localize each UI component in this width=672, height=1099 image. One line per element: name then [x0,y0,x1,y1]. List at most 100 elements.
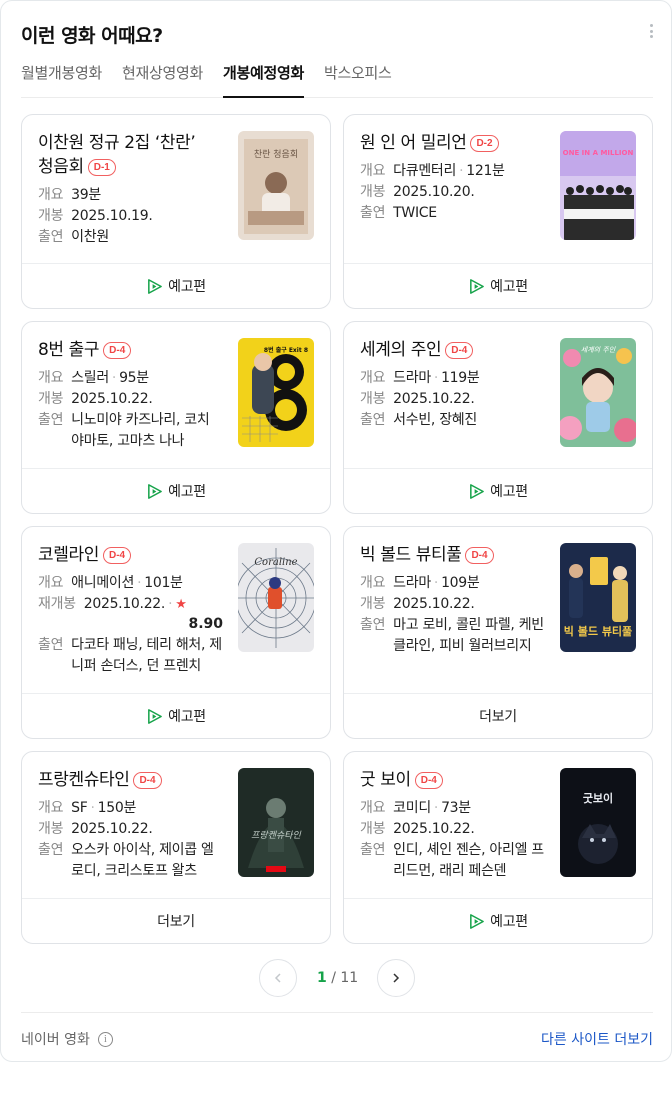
movie-title[interactable]: 코렐라인 D-4 [38,543,208,567]
cast: 마고 로비, 콜린 파렐, 케빈 클라인, 피비 월러브리지 [393,617,544,654]
info-label: 출연 [38,637,64,653]
info-label: 개봉 [38,391,64,407]
info-label: 개봉 [38,821,64,837]
poster-image: 굿보이 [560,768,636,877]
total-pages: / 11 [331,970,359,986]
info-label: 개봉 [360,596,386,612]
prev-page-button[interactable] [259,959,297,997]
cast: 이찬원 [71,229,109,245]
movie-card[interactable]: 이찬원 정규 2집 ‘찬란’ 청음회 D-1 개요 39분 개봉 2025.10.19… [21,114,331,309]
svg-text:프랑켄슈타인: 프랑켄슈타인 [251,830,301,841]
tab-box-office[interactable]: 박스오피스 [324,61,392,98]
dday-badge: D-2 [470,135,499,152]
more-options-icon[interactable] [647,21,655,41]
dday-badge: D-4 [445,342,474,359]
movie-info: 개요 SF · 150분 개봉 2025.10.22. 출연 오스카 아이삭, 제이콥 엘… [38,798,223,882]
current-page: 1 [317,970,327,986]
svg-text:8번 출구 Exit 8: 8번 출구 Exit 8 [264,346,308,354]
tab-upcoming[interactable]: 개봉예정영화 [223,61,304,98]
trailer-label: 예고편 [168,484,206,500]
panel-footer: 네이버 영화 i 다른 사이트 더보기 [21,1012,653,1063]
movie-title[interactable]: 8번 출구 D-4 [38,338,208,362]
chevron-left-icon [274,973,281,983]
movie-title[interactable]: 세계의 주인 D-4 [360,338,530,362]
trailer-label: 예고편 [168,709,206,725]
movie-poster[interactable]: 찬란 청음회 [238,131,314,240]
more-label: 더보기 [157,914,195,930]
info-label: 개요 [38,187,64,203]
cast: 서수빈, 장혜진 [393,412,477,428]
movie-title[interactable]: 이찬원 정규 2집 ‘찬란’ 청음회 D-1 [38,131,208,179]
movie-card[interactable]: 원 인 어 밀리언 D-2 개요 다큐멘터리 · 121분 개봉 2025.10.20. … [343,114,653,309]
svg-text:세계의 주인: 세계의 주인 [581,346,616,354]
movie-poster[interactable]: ONE IN A MILLION [560,131,636,240]
movie-card[interactable]: 굿 보이 D-4 개요 코미디 · 73분 개봉 2025.10.22. 출연 인디, 셰인… [343,751,653,944]
info-icon[interactable]: i [97,1031,113,1047]
runtime: 109분 [441,575,480,591]
release-date: 2025.10.22. [393,391,475,407]
movie-card[interactable]: 세계의 주인 D-4 개요 드라마 · 119분 개봉 2025.10.22. 출연 서수빈… [343,321,653,514]
other-sites-link[interactable]: 다른 사이트 더보기 [541,1029,653,1049]
movie-title-text: 빅 볼드 뷰티풀 [360,545,462,565]
genre: 애니메이션 [71,575,135,591]
movie-title[interactable]: 빅 볼드 뷰티풀 D-4 [360,543,530,567]
movie-poster[interactable]: 빅 볼드 뷰티풀 [560,543,636,652]
movie-title[interactable]: 굿 보이 D-4 [360,768,530,792]
runtime: 101분 [144,575,183,591]
dday-badge: D-4 [414,772,443,789]
movie-title-text: 8번 출구 [38,340,100,360]
movie-poster[interactable]: 프랑켄슈타인 [238,768,314,877]
svg-text:찬란 청음회: 찬란 청음회 [254,148,298,160]
chevron-right-icon [393,973,400,983]
info-label: 개요 [360,370,386,386]
movie-poster[interactable]: 세계의 주인 [560,338,636,447]
genre: 스릴러 [71,370,109,386]
movie-info: 개요 애니메이션 · 101분 재개봉 2025.10.22. · ★ 8.90 출연 다코타 … [38,573,223,677]
trailer-label: 예고편 [490,279,528,295]
movie-card[interactable]: 프랑켄슈타인 D-4 개요 SF · 150분 개봉 2025.10.22. 출연 오스카 … [21,751,331,944]
movie-poster[interactable]: 굿보이 [560,768,636,877]
trailer-button[interactable]: 예고편 [22,693,330,738]
info-label: 출연 [360,617,386,633]
poster-image: ONE IN A MILLION [560,131,636,240]
pagination: 1 / 11 [1,959,672,999]
movie-title-text: 세계의 주인 [360,340,442,360]
movie-poster[interactable]: Coraline [238,543,314,652]
movie-card[interactable]: 코렐라인 D-4 개요 애니메이션 · 101분 재개봉 2025.10.22. · ★ 8.9… [21,526,331,739]
movie-info: 개요 39분 개봉 2025.10.19. 출연 이찬원 [38,185,223,248]
info-label: 출연 [360,205,386,221]
movie-title[interactable]: 원 인 어 밀리언 D-2 [360,131,530,155]
release-date: 2025.10.19. [71,208,153,224]
tab-monthly-release[interactable]: 월별개봉영화 [21,61,102,98]
dday-badge: D-4 [102,547,132,564]
movie-title[interactable]: 프랑켄슈타인 D-4 [38,768,208,792]
movie-info: 개요 코미디 · 73분 개봉 2025.10.22. 출연 인디, 셰인 젠슨, 아리엘… [360,798,545,882]
info-label: 개요 [38,575,64,591]
runtime: 119분 [441,370,480,386]
cast: 오스카 아이삭, 제이콥 엘로디, 크리스토프 왈츠 [71,842,214,879]
next-page-button[interactable] [377,959,415,997]
movie-poster[interactable]: 8번 출구 Exit 8 [238,338,314,447]
trailer-button[interactable]: 예고편 [22,468,330,513]
dday-badge: D-1 [87,159,116,176]
info-label: 개봉 [360,821,386,837]
movie-card[interactable]: 빅 볼드 뷰티풀 D-4 개요 드라마 · 109분 개봉 2025.10.22. 출연 마… [343,526,653,739]
trailer-label: 예고편 [490,484,528,500]
play-icon [148,278,162,294]
poster-image: 8번 출구 Exit 8 [238,338,314,447]
trailer-button[interactable]: 예고편 [344,468,652,513]
trailer-button[interactable]: 예고편 [22,263,330,308]
runtime: 95분 [119,370,149,386]
more-button[interactable]: 더보기 [344,693,652,738]
info-label: 출연 [38,229,64,245]
info-label: 개봉 [360,184,386,200]
movie-info: 개요 다큐멘터리 · 121분 개봉 2025.10.20. 출연 TWICE [360,161,545,224]
more-button[interactable]: 더보기 [22,898,330,943]
info-label: 재개봉 [38,596,76,612]
trailer-button[interactable]: 예고편 [344,898,652,943]
movie-card[interactable]: 8번 출구 D-4 개요 스릴러 · 95분 개봉 2025.10.22. 출연 니노미야 … [21,321,331,514]
genre: 다큐멘터리 [393,163,457,179]
movie-recommendation-panel: 이런 영화 어때요? 월별개봉영화 현재상영영화 개봉예정영화 박스오피스 이찬… [0,0,672,1062]
tab-now-showing[interactable]: 현재상영영화 [122,61,203,98]
trailer-button[interactable]: 예고편 [344,263,652,308]
